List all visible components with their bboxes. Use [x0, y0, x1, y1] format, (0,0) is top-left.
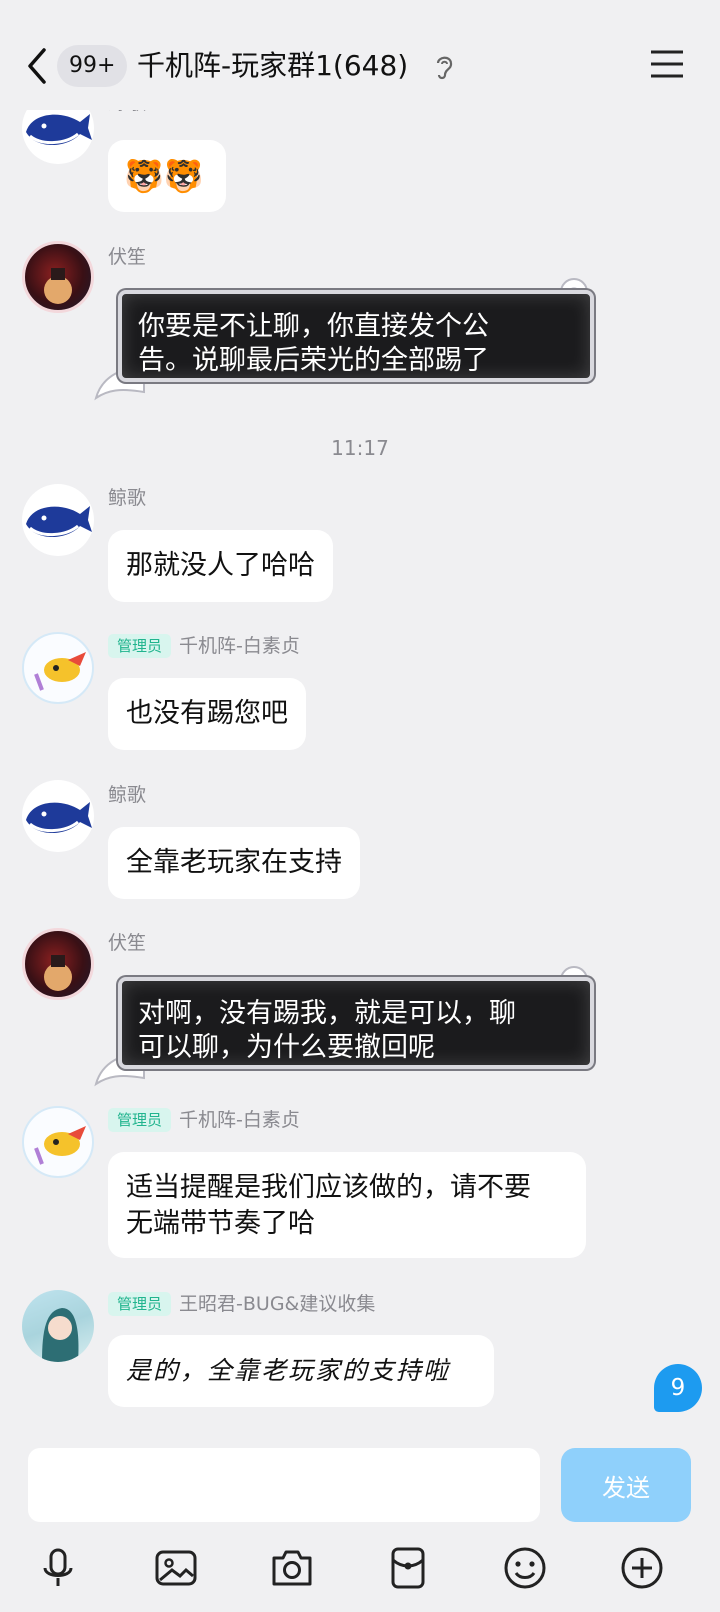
- avatar-admin-wangzhaojun[interactable]: [22, 1290, 94, 1362]
- avatar-admin-baisuzhen[interactable]: [22, 1106, 94, 1178]
- microphone-icon[interactable]: [34, 1544, 82, 1592]
- back-arrow-icon[interactable]: [22, 44, 52, 88]
- unread-count-badge[interactable]: 99+: [57, 45, 128, 87]
- message-text: 是的，全靠老玩家的支持啦: [126, 1356, 451, 1385]
- message-bubble[interactable]: 🐯🐯: [108, 140, 226, 212]
- chat-header: 99+ 千机阵-玩家群1(648): [0, 0, 720, 110]
- message-list[interactable]: 鲸歌 🐯🐯 伏笙 你要是不让聊，你直接发个公 告。说聊最后荣光的全部踢了 11:…: [0, 0, 720, 1440]
- menu-icon[interactable]: [650, 49, 684, 79]
- message-input[interactable]: [28, 1448, 540, 1522]
- message-timestamp: 11:17: [331, 436, 389, 460]
- message-bubble[interactable]: 也没有踢您吧: [108, 678, 306, 750]
- emoji-icon[interactable]: [501, 1544, 549, 1592]
- sender-name: 千机阵-白素贞: [179, 635, 300, 657]
- avatar-fusheng[interactable]: [22, 928, 94, 1000]
- message-text-line: 可以聊，为什么要撤回呢: [138, 1032, 435, 1063]
- sender-name-admin: 管理员 千机阵-白素贞: [108, 1107, 300, 1133]
- message-text: 那就没人了哈哈: [126, 550, 315, 581]
- image-icon[interactable]: [152, 1544, 200, 1592]
- send-button[interactable]: 发送: [561, 1448, 691, 1522]
- sender-name: 鲸歌: [108, 487, 147, 509]
- avatar-whale[interactable]: [22, 484, 94, 556]
- sender-name: 鲸歌: [108, 784, 147, 806]
- admin-tag: 管理员: [108, 1292, 172, 1316]
- message-text-line: 对啊，没有踢我，就是可以，聊: [138, 998, 516, 1029]
- admin-tag: 管理员: [108, 634, 172, 658]
- sender-name-admin: 管理员 千机阵-白素贞: [108, 633, 300, 659]
- ear-icon[interactable]: [432, 53, 456, 81]
- sender-name: 伏笙: [108, 932, 147, 954]
- message-text-line: 无端带节奏了哈: [126, 1208, 315, 1239]
- avatar-fusheng[interactable]: [22, 241, 94, 313]
- sender-name: 千机阵-白素贞: [179, 1109, 300, 1131]
- message-text: 全靠老玩家在支持: [126, 847, 342, 878]
- sender-name: 王昭君-BUG&建议收集: [179, 1293, 376, 1315]
- sender-name-admin: 管理员 王昭君-BUG&建议收集: [108, 1291, 375, 1317]
- message-text-line: 你要是不让聊，你直接发个公: [138, 311, 489, 342]
- decorated-message-bubble[interactable]: 你要是不让聊，你直接发个公 告。说聊最后荣光的全部踢了: [118, 290, 594, 382]
- red-packet-icon[interactable]: [384, 1544, 432, 1592]
- sender-name: 伏笙: [108, 246, 147, 268]
- message-bubble[interactable]: 适当提醒是我们应该做的，请不要 无端带节奏了哈: [108, 1152, 586, 1258]
- camera-icon[interactable]: [268, 1544, 316, 1592]
- plus-icon[interactable]: [618, 1544, 666, 1592]
- admin-tag: 管理员: [108, 1108, 172, 1132]
- input-bar: 发送: [0, 1440, 720, 1612]
- message-text: 也没有踢您吧: [126, 698, 288, 729]
- sticker-emoji: 🐯🐯: [124, 157, 204, 195]
- message-bubble[interactable]: 全靠老玩家在支持: [108, 827, 360, 899]
- avatar-admin-baisuzhen[interactable]: [22, 632, 94, 704]
- message-bubble[interactable]: 是的，全靠老玩家的支持啦: [108, 1335, 494, 1407]
- avatar-whale[interactable]: [22, 780, 94, 852]
- message-bubble[interactable]: 那就没人了哈哈: [108, 530, 333, 602]
- new-message-badge[interactable]: 9: [654, 1364, 702, 1412]
- message-text-line: 告。说聊最后荣光的全部踢了: [138, 345, 489, 376]
- decorated-message-bubble[interactable]: 对啊，没有踢我，就是可以，聊 可以聊，为什么要撤回呢: [118, 977, 594, 1069]
- message-text-line: 适当提醒是我们应该做的，请不要: [126, 1172, 531, 1203]
- page-title[interactable]: 千机阵-玩家群1(648): [137, 44, 408, 88]
